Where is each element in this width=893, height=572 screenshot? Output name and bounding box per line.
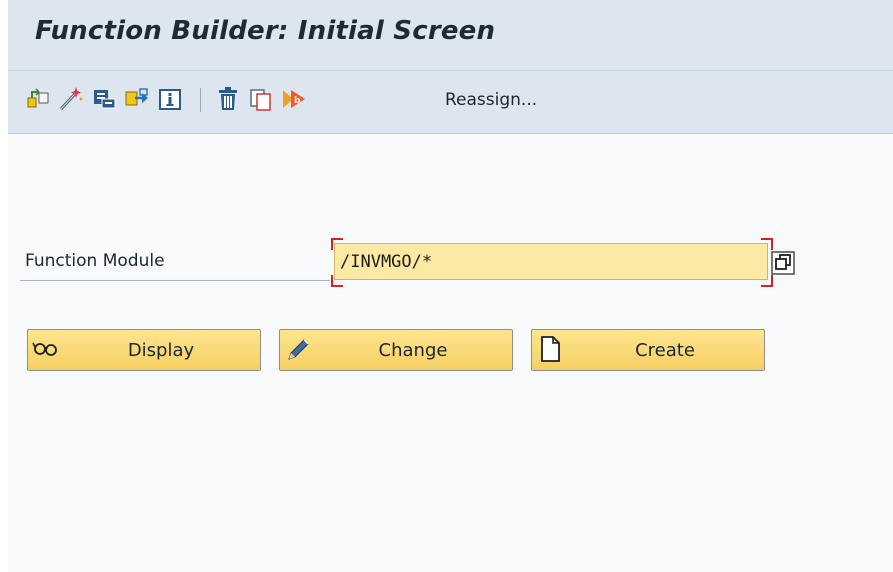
magic-wand-icon[interactable] <box>56 84 84 114</box>
page-title: Function Builder: Initial Screen <box>35 16 496 46</box>
create-button[interactable]: Create <box>531 329 765 371</box>
required-marker <box>331 275 343 287</box>
function-module-input[interactable] <box>334 243 768 280</box>
display-button[interactable]: Display <box>27 329 261 371</box>
svg-text:b: b <box>294 96 301 106</box>
value-help-icon[interactable] <box>771 251 795 275</box>
label-underline <box>20 280 330 281</box>
change-button-label: Change <box>378 340 448 361</box>
where-used-icon[interactable] <box>90 84 118 114</box>
copy-icon[interactable] <box>247 84 275 114</box>
required-marker <box>761 238 773 250</box>
change-button[interactable]: Change <box>279 329 513 371</box>
info-icon[interactable] <box>156 84 184 114</box>
new-document-icon <box>536 334 564 364</box>
transport-icon[interactable] <box>123 84 151 114</box>
required-marker <box>331 238 343 250</box>
rename-icon[interactable]: b <box>280 84 308 114</box>
toolbar-separator <box>200 88 201 112</box>
reassign-button[interactable]: Reassign... <box>445 90 537 110</box>
title-bar: Function Builder: Initial Screen <box>8 0 893 71</box>
other-object-icon[interactable] <box>24 84 52 114</box>
glasses-icon <box>32 334 60 364</box>
delete-icon[interactable] <box>214 84 242 114</box>
create-button-label: Create <box>635 340 695 361</box>
required-marker <box>761 275 773 287</box>
function-module-label: Function Module <box>25 251 165 271</box>
pencil-icon <box>284 334 312 364</box>
display-button-label: Display <box>127 340 195 361</box>
